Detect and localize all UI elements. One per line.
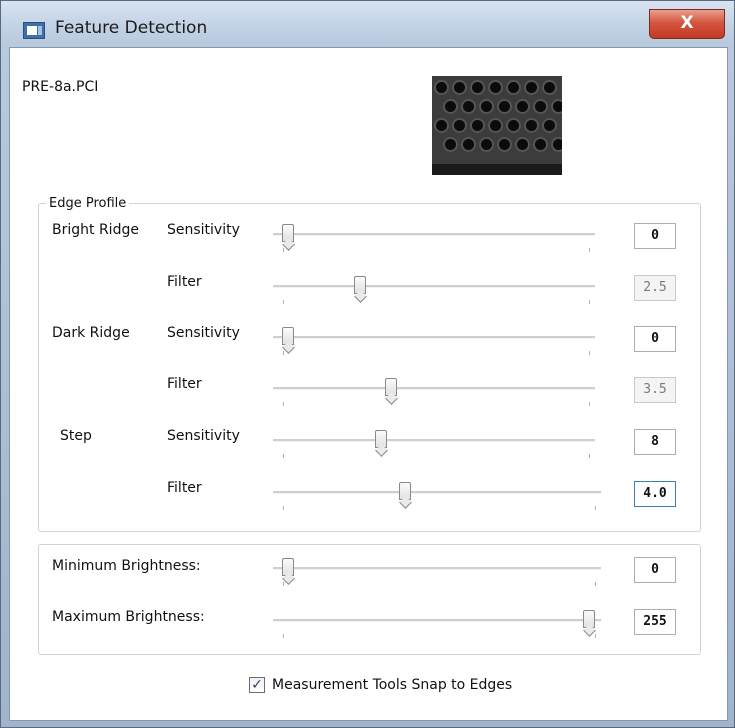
- bright-ridge-sensitivity-slider[interactable]: [273, 224, 595, 252]
- thumbnail-hole: [499, 139, 510, 150]
- minimum-brightness-value[interactable]: 0: [634, 557, 676, 583]
- slider-thumb[interactable]: [282, 327, 294, 345]
- step-sensitivity-label: Sensitivity: [167, 428, 240, 444]
- maximum-brightness-value[interactable]: 255: [634, 609, 676, 635]
- thumbnail-hole: [535, 101, 546, 112]
- bright-ridge-label: Bright Ridge: [52, 222, 139, 238]
- title-bar[interactable]: Feature Detection X: [1, 1, 734, 47]
- thumbnail-hole: [490, 82, 501, 93]
- thumbnail-hole: [454, 120, 465, 131]
- thumbnail-hole: [499, 101, 510, 112]
- close-button[interactable]: X: [649, 9, 725, 39]
- step-filter-value[interactable]: 4.0: [634, 481, 676, 507]
- bright-ridge-filter-label: Filter: [167, 274, 202, 290]
- thumbnail-hole: [553, 139, 562, 150]
- thumbnail-hole: [454, 82, 465, 93]
- thumbnail-hole: [490, 120, 501, 131]
- step-filter-slider[interactable]: [273, 482, 601, 510]
- dark-ridge-sensitivity-label: Sensitivity: [167, 325, 240, 341]
- thumbnail-hole: [436, 82, 447, 93]
- thumbnail-hole: [472, 82, 483, 93]
- thumbnail-hole: [508, 120, 519, 131]
- image-thumbnail: [432, 76, 562, 175]
- step-label: Step: [60, 428, 92, 444]
- thumbnail-hole: [517, 101, 528, 112]
- minimum-brightness-label: Minimum Brightness:: [52, 558, 201, 574]
- thumbnail-hole: [445, 139, 456, 150]
- slider-thumb[interactable]: [583, 610, 595, 628]
- thumbnail-hole: [535, 139, 546, 150]
- edge-profile-title: Edge Profile: [46, 196, 130, 211]
- thumbnail-hole: [481, 101, 492, 112]
- thumbnail-hole: [472, 120, 483, 131]
- thumbnail-hole: [544, 120, 555, 131]
- slider-thumb[interactable]: [282, 224, 294, 242]
- maximum-brightness-label: Maximum Brightness:: [52, 609, 205, 625]
- dark-ridge-sensitivity-value[interactable]: 0: [634, 326, 676, 352]
- slider-thumb[interactable]: [385, 378, 397, 396]
- thumbnail-hole: [526, 82, 537, 93]
- thumbnail-hole: [463, 101, 474, 112]
- bright-ridge-filter-value[interactable]: 2.5: [634, 275, 676, 301]
- thumbnail-hole: [463, 139, 474, 150]
- window-title: Feature Detection: [55, 18, 208, 38]
- maximum-brightness-slider[interactable]: [273, 610, 601, 638]
- thumbnail-hole: [508, 82, 519, 93]
- snap-to-edges-checkbox[interactable]: ✓: [249, 677, 265, 693]
- dark-ridge-filter-slider[interactable]: [273, 378, 595, 406]
- file-name-label: PRE-8a.PCI: [22, 79, 99, 95]
- thumbnail-hole: [544, 82, 555, 93]
- slider-thumb[interactable]: [375, 430, 387, 448]
- thumbnail-hole: [553, 101, 562, 112]
- dark-ridge-sensitivity-slider[interactable]: [273, 327, 595, 355]
- dark-ridge-filter-label: Filter: [167, 376, 202, 392]
- step-filter-label: Filter: [167, 480, 202, 496]
- thumbnail-hole: [481, 139, 492, 150]
- thumbnail-hole: [445, 101, 456, 112]
- bright-ridge-filter-slider[interactable]: [273, 276, 595, 304]
- minimum-brightness-slider[interactable]: [273, 558, 601, 586]
- thumbnail-hole: [526, 120, 537, 131]
- bright-ridge-sensitivity-value[interactable]: 0: [634, 223, 676, 249]
- step-sensitivity-slider[interactable]: [273, 430, 595, 458]
- bright-ridge-sensitivity-label: Sensitivity: [167, 222, 240, 238]
- slider-thumb[interactable]: [282, 558, 294, 576]
- dark-ridge-filter-value[interactable]: 3.5: [634, 377, 676, 403]
- slider-thumb[interactable]: [354, 276, 366, 294]
- thumbnail-hole: [436, 120, 447, 131]
- thumbnail-hole: [517, 139, 528, 150]
- step-sensitivity-value[interactable]: 8: [634, 429, 676, 455]
- snap-to-edges-label[interactable]: Measurement Tools Snap to Edges: [272, 677, 512, 693]
- app-window-icon: [23, 22, 45, 39]
- slider-thumb[interactable]: [399, 482, 411, 500]
- dark-ridge-label: Dark Ridge: [52, 325, 130, 341]
